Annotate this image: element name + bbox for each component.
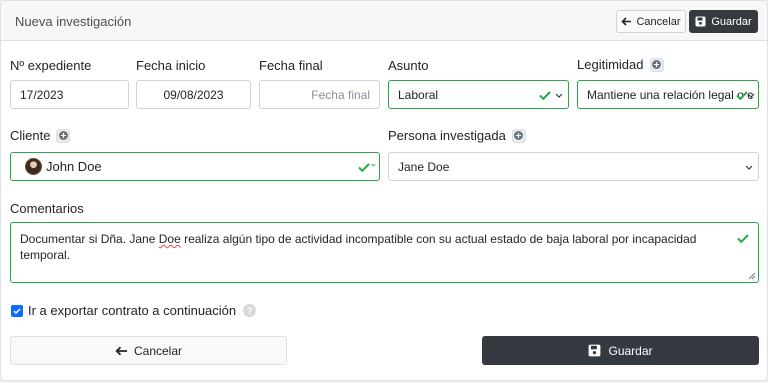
expediente-input[interactable]: 17/2023 (10, 80, 129, 109)
legitimidad-value: Mantiene una relación legal o c (587, 87, 754, 102)
chevron-down-icon (371, 163, 376, 167)
legitimidad-select[interactable]: Mantiene una relación legal o c (577, 80, 759, 109)
persona-value: Jane Doe (398, 159, 450, 174)
comentarios-label: Comentarios (10, 201, 84, 216)
fecha-inicio-input[interactable]: 09/08/2023 (136, 80, 251, 109)
header-save-label: Guardar (711, 15, 752, 28)
asunto-value: Laboral (398, 87, 439, 102)
avatar (25, 158, 42, 175)
chevron-down-icon (555, 93, 563, 98)
persona-label: Persona investigada (388, 128, 506, 143)
cliente-label-group: Cliente (10, 128, 71, 143)
chevron-down-icon (747, 93, 755, 98)
persona-add-icon[interactable] (511, 128, 526, 143)
comentarios-text-start: Documentar si Dña. Jane (20, 232, 159, 246)
footer-cancel-label: Cancelar (133, 343, 183, 358)
page-title: Nueva investigación (15, 14, 132, 29)
help-icon[interactable]: ? (243, 304, 257, 317)
valid-check-icon (358, 163, 370, 172)
header-save-button[interactable]: Guardar (689, 10, 758, 33)
header-cancel-button[interactable]: Cancelar (616, 10, 686, 33)
arrow-left-icon (115, 346, 127, 355)
comentarios-textarea[interactable]: Documentar si Dña. Jane Doe realiza algú… (10, 222, 759, 283)
valid-check-icon (737, 234, 749, 243)
footer-cancel-button[interactable]: Cancelar (10, 336, 287, 365)
arrow-left-icon (621, 17, 632, 26)
resize-handle-icon[interactable] (747, 271, 756, 280)
fecha-final-label: Fecha final (259, 58, 323, 73)
fecha-inicio-value: 09/08/2023 (163, 87, 224, 102)
save-icon (695, 16, 706, 27)
fecha-final-placeholder: Fecha final (311, 87, 370, 102)
export-contract-label-group: Ir a exportar contrato a continuación ? (28, 303, 257, 318)
cliente-add-icon[interactable] (56, 128, 71, 143)
export-contract-checkbox[interactable] (11, 305, 23, 317)
footer-save-label: Guardar (608, 343, 653, 358)
export-contract-label[interactable]: Ir a exportar contrato a continuación (28, 303, 236, 318)
checkmark-icon (13, 308, 21, 314)
fecha-final-input[interactable]: Fecha final (259, 80, 380, 109)
legitimidad-label: Legitimidad (577, 57, 644, 72)
comentarios-spellcheck-word: Doe (158, 232, 181, 246)
cliente-value: John Doe (46, 159, 102, 174)
valid-check-icon (539, 91, 551, 100)
legitimidad-label-group: Legitimidad (577, 57, 664, 72)
expediente-value: 17/2023 (20, 87, 64, 102)
fecha-inicio-label: Fecha inicio (136, 58, 206, 73)
asunto-select[interactable]: Laboral (388, 80, 569, 109)
persona-select[interactable]: Jane Doe (388, 152, 759, 181)
card-header: Nueva investigación Cancelar Guardar (1, 1, 767, 41)
persona-label-group: Persona investigada (388, 128, 526, 143)
cliente-select[interactable]: John Doe (10, 152, 380, 181)
cliente-label: Cliente (10, 128, 51, 143)
header-cancel-label: Cancelar (636, 15, 681, 28)
legitimidad-add-icon[interactable] (649, 57, 664, 72)
asunto-label: Asunto (388, 58, 429, 73)
expediente-label: Nº expediente (10, 58, 92, 73)
footer-save-button[interactable]: Guardar (482, 336, 759, 365)
save-icon (589, 344, 601, 357)
investigation-form-card: Nueva investigación Cancelar Guardar Nº … (0, 0, 768, 381)
chevron-down-icon (745, 165, 753, 170)
